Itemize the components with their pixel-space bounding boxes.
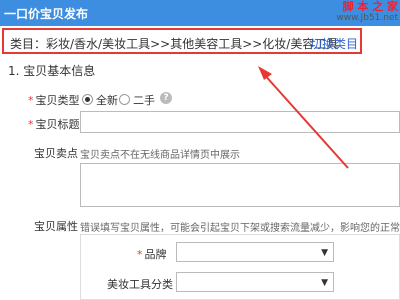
annotation-arrow <box>258 66 349 169</box>
